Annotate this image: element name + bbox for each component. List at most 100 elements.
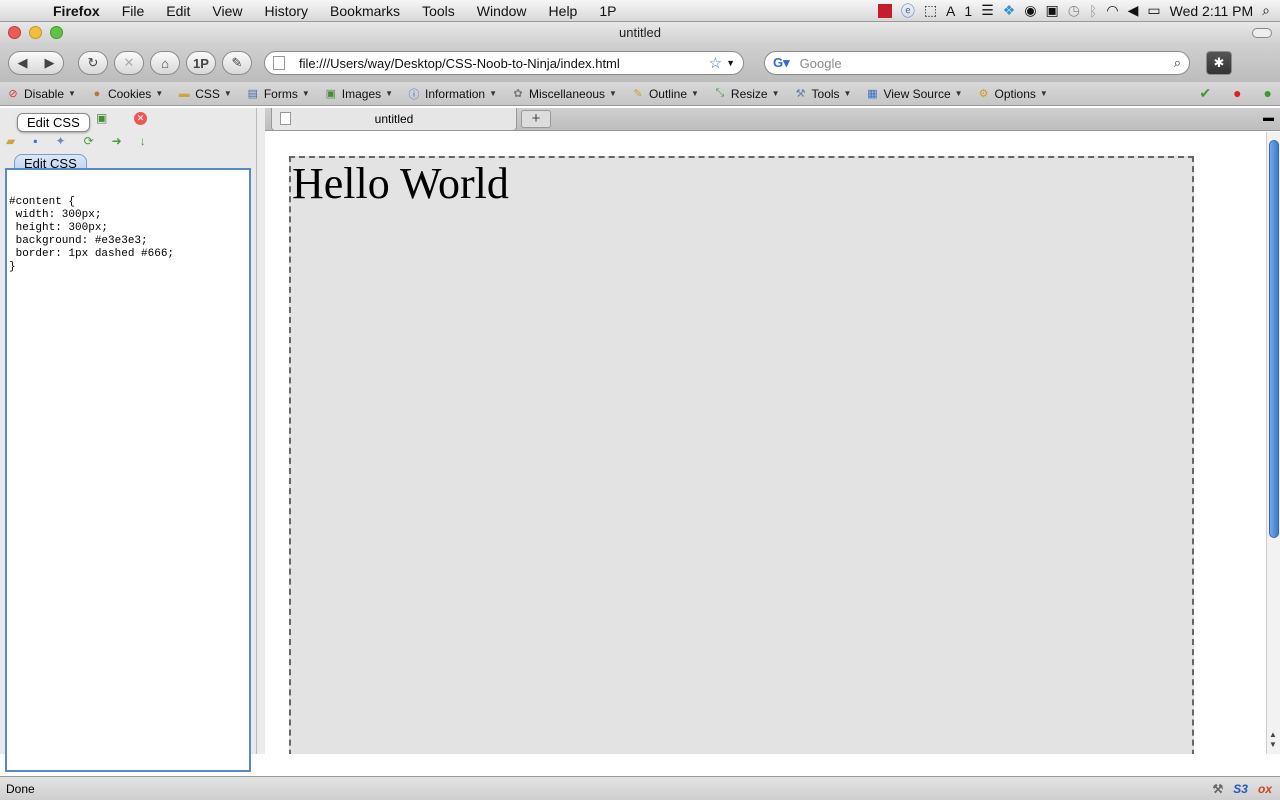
menu-file[interactable]: File [111, 3, 156, 19]
badge-count[interactable]: 1 [964, 3, 972, 19]
pen-button[interactable]: ✎ [222, 51, 252, 75]
dev-cookies[interactable]: ● Cookies ▼ [90, 87, 164, 101]
save-icon[interactable]: ▪ [33, 134, 37, 148]
search-icon[interactable]: ⌕ [1174, 55, 1181, 71]
dev-outline[interactable]: ✎ Outline ▼ [631, 87, 699, 101]
dev-resize-label: Resize [730, 86, 768, 101]
clock[interactable]: Wed 2:11 PM [1170, 3, 1254, 19]
caret-icon: ▼ [843, 89, 852, 98]
s3-ox-label[interactable]: ox [1258, 782, 1272, 796]
refresh-icon[interactable]: ⟳ [84, 134, 94, 148]
dev-tools[interactable]: ⚒ Tools ▼ [794, 87, 852, 101]
home-button[interactable]: ⌂ [150, 51, 180, 75]
caret-icon: ▼ [301, 89, 310, 98]
extension-button[interactable]: ✱ [1206, 51, 1232, 75]
dev-view-source[interactable]: ▦ View Source ▼ [865, 87, 962, 101]
menu-help[interactable]: Help [538, 3, 589, 19]
browser-e-icon[interactable]: ⓔ [901, 1, 915, 21]
resize-icon: ⤡ [715, 87, 725, 99]
truck-icon[interactable]: ▣ [1046, 2, 1059, 19]
apply-icon[interactable]: ➜ [112, 134, 122, 148]
panel-icon[interactable]: ▣ [96, 111, 107, 125]
tab-strip: untitled + ▬ [265, 108, 1280, 131]
dev-forms[interactable]: ▤ Forms ▼ [246, 87, 310, 101]
menu-1p[interactable]: 1P [588, 3, 627, 19]
pen-icon: ✎ [231, 55, 243, 70]
url-text[interactable]: file:///Users/way/Desktop/CSS-Noob-to-Ni… [299, 56, 703, 71]
checkmark-icon[interactable]: ✔ [1199, 85, 1211, 102]
spotlight-icon[interactable]: ⌕ [1262, 2, 1270, 19]
search-field[interactable]: G▾ Google ⌕ [764, 51, 1190, 75]
font-icon[interactable]: A [946, 3, 955, 19]
new-tab-button[interactable]: + [521, 110, 551, 128]
menu-app[interactable]: Firefox [42, 3, 111, 19]
dev-options[interactable]: ⚙ Options ▼ [977, 87, 1048, 101]
menu-window[interactable]: Window [466, 3, 538, 19]
zoom-window-button[interactable] [50, 26, 63, 39]
stop-button[interactable]: ✕ [114, 51, 144, 75]
url-dropdown-icon[interactable]: ▼ [726, 58, 735, 68]
close-window-button[interactable] [8, 26, 21, 39]
onepassword-button[interactable]: 1P [186, 51, 216, 75]
screen-icon[interactable]: ⬚ [924, 2, 937, 19]
dev-resize[interactable]: ⤡ Resize ▼ [713, 87, 780, 101]
back-icon[interactable]: ◀ [18, 55, 28, 71]
vertical-scrollbar[interactable]: ▲ ▼ [1266, 132, 1280, 754]
tab-list-icon[interactable]: ▬ [1263, 112, 1274, 124]
reload-button[interactable]: ↻ [78, 51, 108, 75]
content-area: Edit CSS ▣ ✕ ▰ ▪ ✦ ⟳ ➜ ↓ Edit CSS #conte… [0, 108, 1280, 772]
menu-edit[interactable]: Edit [155, 3, 201, 19]
download-icon[interactable]: ↓ [140, 134, 146, 148]
tab-label: untitled [374, 112, 414, 126]
dev-forms-label: Forms [263, 86, 298, 101]
minimize-window-button[interactable] [29, 26, 42, 39]
error-icon[interactable]: ● [1233, 85, 1241, 102]
menu-view[interactable]: View [201, 3, 253, 19]
puzzle-icon: ✱ [1213, 55, 1225, 70]
dev-information[interactable]: ⓘ Information ▼ [407, 87, 497, 101]
tab-untitled[interactable]: untitled [271, 108, 517, 131]
dev-options-label: Options [994, 86, 1036, 101]
bookmark-star-icon[interactable]: ☆ [709, 54, 722, 72]
wifi-icon[interactable]: ◠ [1106, 2, 1118, 19]
stop-icon: ✕ [123, 55, 135, 70]
search-engine-icon[interactable]: G▾ [773, 55, 790, 71]
tools-icon: ⚒ [795, 88, 806, 100]
forms-icon: ▤ [247, 88, 259, 100]
menu-history[interactable]: History [253, 3, 319, 19]
battery-icon[interactable]: ▭ [1147, 2, 1160, 19]
forward-icon[interactable]: ▶ [45, 55, 55, 71]
toolbar-toggle-button[interactable] [1252, 28, 1272, 38]
menu-tools[interactable]: Tools [411, 3, 466, 19]
s3-label[interactable]: S3 [1233, 782, 1248, 796]
validation-status: ✔ ● ● [1199, 85, 1280, 102]
menu-bookmarks[interactable]: Bookmarks [319, 3, 411, 19]
web-developer-toolbar: ⊘ Disable ▼ ● Cookies ▼ ▬ CSS ▼ ▤ Forms ▼ ▣ Image… [0, 82, 1280, 106]
caret-icon: ▼ [385, 89, 394, 98]
flag-icon[interactable] [877, 3, 892, 18]
css-editor-textarea[interactable]: #content { width: 300px; height: 300px; … [5, 168, 251, 772]
antenna-icon[interactable]: ☰ [981, 2, 994, 19]
dev-tools-label: Tools [811, 86, 840, 101]
dev-miscellaneous[interactable]: ✿ Miscellaneous ▼ [511, 87, 617, 101]
clear-icon[interactable]: ✦ [56, 134, 66, 148]
dev-css[interactable]: ▬ CSS ▼ [177, 87, 232, 101]
sync-icon[interactable]: ◉ [1024, 2, 1036, 19]
dev-disable-label: Disable [24, 86, 65, 101]
sidebar-splitter[interactable] [257, 108, 265, 754]
bluetooth-icon[interactable]: ᛒ [1089, 3, 1097, 19]
dev-images[interactable]: ▣ Images ▼ [324, 87, 393, 101]
dropbox-icon[interactable]: ❖ [1003, 2, 1016, 19]
valid-icon[interactable]: ● [1264, 85, 1272, 102]
scroll-arrows-icon[interactable]: ▲ ▼ [1269, 730, 1277, 750]
volume-icon[interactable]: ◀ [1128, 2, 1139, 19]
scrollbar-thumb[interactable] [1269, 140, 1279, 538]
images-icon: ▣ [325, 88, 336, 100]
time-machine-icon[interactable]: ◷ [1068, 2, 1080, 19]
close-sidebar-button[interactable]: ✕ [134, 112, 147, 125]
system-menubar: Firefox File Edit View History Bookmarks… [0, 0, 1280, 22]
open-folder-icon[interactable]: ▰ [6, 134, 15, 148]
tools-icon[interactable]: ⚒ [1213, 782, 1224, 796]
dev-disable[interactable]: ⊘ Disable ▼ [6, 87, 76, 101]
url-bar[interactable]: file:///Users/way/Desktop/CSS-Noob-to-Ni… [264, 51, 744, 75]
